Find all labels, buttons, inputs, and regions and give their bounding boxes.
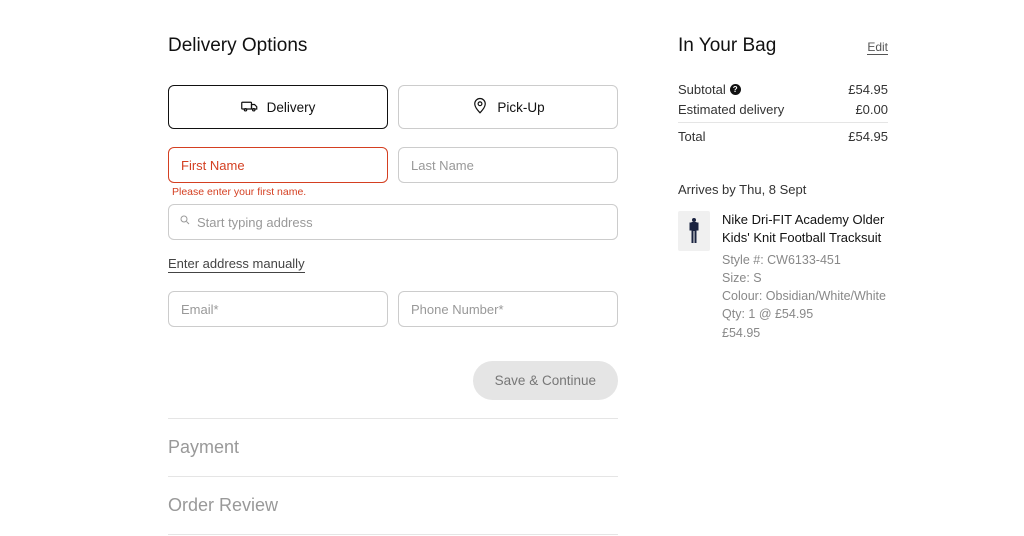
product-qty: Qty: 1 @ £54.95 [722, 305, 888, 323]
tab-pickup-label: Pick-Up [497, 100, 544, 115]
order-review-step-title: Order Review [168, 477, 618, 534]
product-style: Style #: CW6133-451 [722, 251, 888, 269]
arrival-estimate: Arrives by Thu, 8 Sept [678, 182, 888, 197]
save-continue-button[interactable]: Save & Continue [473, 361, 618, 400]
bag-title: In Your Bag [678, 35, 776, 57]
location-pin-icon [471, 97, 489, 118]
info-icon[interactable]: ? [730, 84, 741, 95]
tab-pickup[interactable]: Pick-Up [398, 85, 618, 129]
subtotal-label: Subtotal [678, 82, 726, 97]
address-autocomplete[interactable] [168, 204, 618, 240]
tab-delivery-label: Delivery [267, 100, 316, 115]
phone-input[interactable] [398, 291, 618, 327]
product-name: Nike Dri-FIT Academy Older Kids' Knit Fo… [722, 211, 888, 246]
email-input[interactable] [168, 291, 388, 327]
product-size: Size: S [722, 269, 888, 287]
total-label: Total [678, 129, 705, 144]
delivery-method-tabs: Delivery Pick-Up [168, 85, 618, 129]
delivery-value: £0.00 [855, 102, 888, 117]
product-colour: Colour: Obsidian/White/White [722, 287, 888, 305]
edit-bag-link[interactable]: Edit [867, 40, 888, 55]
address-input[interactable] [197, 215, 607, 230]
product-price: £54.95 [722, 324, 888, 342]
subtotal-value: £54.95 [848, 82, 888, 97]
total-value: £54.95 [848, 129, 888, 144]
payment-step-title: Payment [168, 419, 618, 476]
product-thumbnail [678, 211, 710, 251]
first-name-input[interactable] [168, 147, 388, 183]
tab-delivery[interactable]: Delivery [168, 85, 388, 129]
first-name-error: Please enter your first name. [172, 186, 388, 198]
delivery-options-title: Delivery Options [168, 35, 618, 57]
truck-icon [241, 97, 259, 118]
enter-address-manually-link[interactable]: Enter address manually [168, 256, 305, 273]
divider [678, 122, 888, 123]
divider [168, 534, 618, 535]
delivery-label: Estimated delivery [678, 102, 784, 117]
bag-item: Nike Dri-FIT Academy Older Kids' Knit Fo… [678, 211, 888, 342]
search-icon [179, 213, 191, 231]
last-name-input[interactable] [398, 147, 618, 183]
